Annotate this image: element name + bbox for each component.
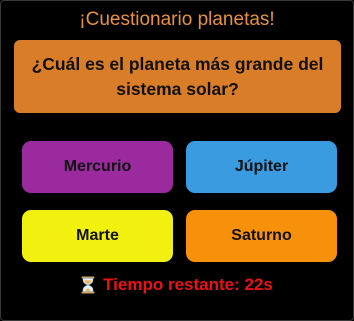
answer-button-mercurio[interactable]: Mercurio bbox=[22, 141, 173, 193]
answer-button-jupiter[interactable]: Júpiter bbox=[186, 141, 337, 193]
quiz-title: ¡Cuestionario planetas! bbox=[79, 9, 275, 30]
timer: Tiempo restante: 22s bbox=[1, 274, 353, 296]
quiz-panel: ¡Cuestionario planetas! ¿Cuál es el plan… bbox=[0, 0, 354, 321]
answer-button-saturno[interactable]: Saturno bbox=[186, 210, 337, 262]
question-text: ¿Cuál es el planeta más grande del siste… bbox=[31, 53, 324, 99]
answer-button-marte[interactable]: Marte bbox=[22, 210, 173, 262]
question-box: ¿Cuál es el planeta más grande del siste… bbox=[14, 40, 341, 113]
timer-text: Tiempo restante: 22s bbox=[103, 275, 273, 294]
hourglass-icon bbox=[81, 276, 95, 294]
